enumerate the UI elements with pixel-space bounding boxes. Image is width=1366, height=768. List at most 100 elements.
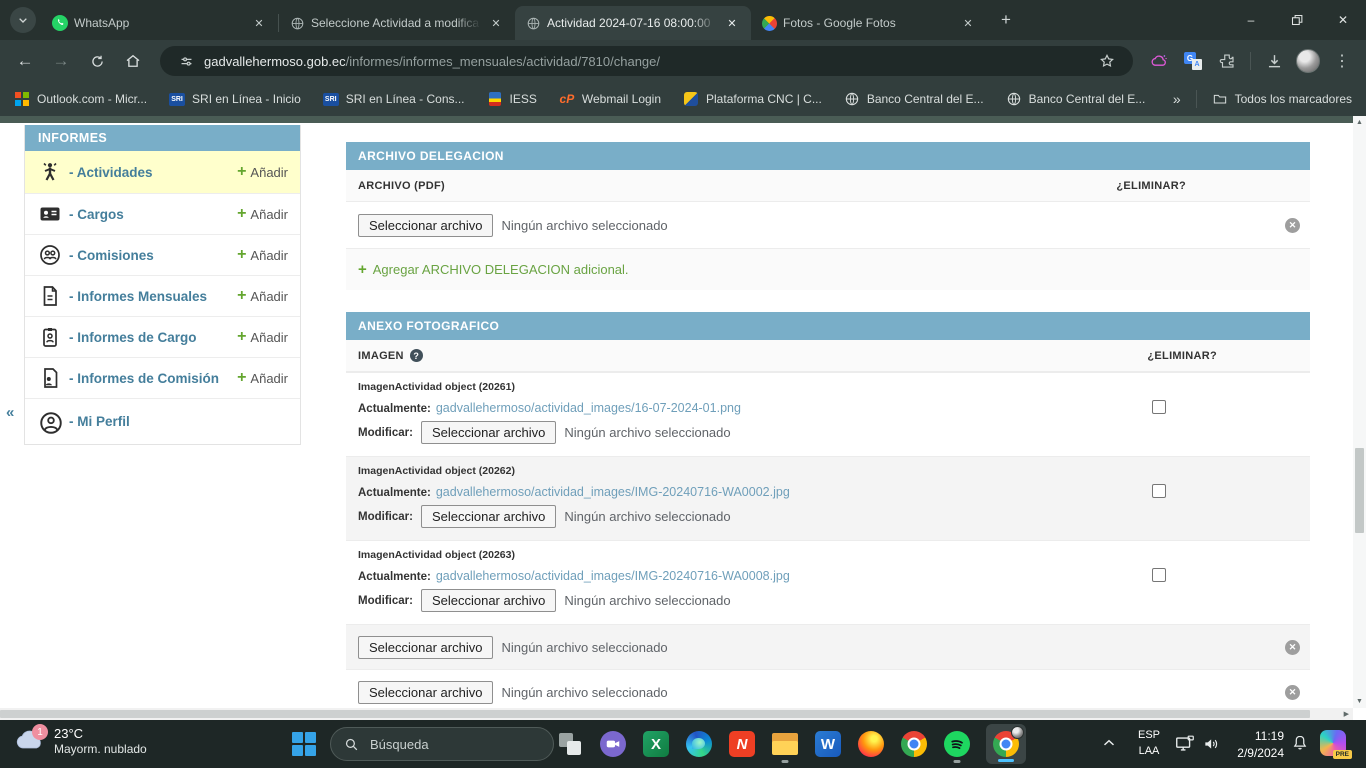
help-icon[interactable]: ? [410, 349, 423, 362]
no-file-text: Ningún archivo seleccionado [564, 425, 730, 440]
bookmarks-overflow-icon[interactable]: » [1173, 91, 1181, 107]
select-file-button[interactable]: Seleccionar archivo [421, 505, 556, 528]
taskbar-search[interactable]: Búsqueda [330, 727, 554, 761]
add-informes-cargo-link[interactable]: +Añadir [237, 329, 288, 345]
close-button[interactable]: ✕ [1320, 0, 1366, 40]
sidebar-item-cargos[interactable]: - Cargos +Añadir [25, 193, 300, 234]
file-explorer-button[interactable] [771, 722, 799, 766]
bookmark-label: Webmail Login [582, 92, 661, 106]
delete-checkbox[interactable] [1152, 400, 1166, 414]
sidebar-item-informes-comision[interactable]: - Informes de Comisión +Añadir [25, 357, 300, 398]
reload-button[interactable] [82, 46, 112, 76]
image-file-link[interactable]: gadvallehermoso/actividad_images/IMG-202… [436, 485, 790, 499]
delete-checkbox[interactable] [1152, 484, 1166, 498]
add-cargos-link[interactable]: +Añadir [237, 206, 288, 222]
downloads-icon[interactable] [1260, 47, 1288, 75]
sidebar-item-actividades[interactable]: - Actividades +Añadir [25, 151, 300, 193]
tab-seleccione-actividad[interactable]: Seleccione Actividad a modifica ✕ [279, 6, 515, 40]
activity-icon [38, 160, 62, 184]
edge-button[interactable] [685, 722, 713, 766]
home-button[interactable] [118, 46, 148, 76]
word-button[interactable]: W [814, 722, 842, 766]
clock[interactable]: 11:19 2/9/2024 [1224, 728, 1284, 762]
translate-icon[interactable]: GA [1179, 47, 1207, 75]
scroll-up-icon[interactable]: ▲ [1353, 116, 1366, 129]
bookmark-sri-inicio[interactable]: SRI SRI en Línea - Inicio [169, 91, 301, 107]
bookmark-outlook[interactable]: Outlook.com - Micr... [14, 91, 147, 107]
firefox-button[interactable] [857, 722, 885, 766]
tab-google-fotos[interactable]: Fotos - Google Fotos ✕ [751, 6, 987, 40]
select-file-button[interactable]: Seleccionar archivo [358, 681, 493, 704]
add-comisiones-link[interactable]: +Añadir [237, 247, 288, 263]
select-file-button[interactable]: Seleccionar archivo [421, 421, 556, 444]
task-view-button[interactable] [556, 722, 584, 766]
add-informes-comision-link[interactable]: +Añadir [237, 370, 288, 386]
add-delegacion-link[interactable]: + Agregar ARCHIVO DELEGACION adicional. [346, 248, 1310, 290]
bookmark-webmail[interactable]: cP Webmail Login [559, 91, 661, 107]
spotify-button[interactable] [943, 722, 971, 766]
vertical-scroll-thumb[interactable] [1355, 448, 1364, 533]
minimize-button[interactable]: – [1228, 0, 1274, 40]
remove-row-icon[interactable]: ✕ [1285, 685, 1300, 700]
language-indicator[interactable]: ESP LAA [1130, 728, 1168, 760]
copilot-button[interactable]: PRE [1320, 730, 1346, 756]
start-button[interactable] [292, 732, 316, 756]
bookmark-banco-central-1[interactable]: Banco Central del E... [844, 91, 984, 107]
remove-row-icon[interactable]: ✕ [1285, 640, 1300, 655]
sidebar-item-informes-cargo[interactable]: - Informes de Cargo +Añadir [25, 316, 300, 357]
site-info-icon[interactable] [172, 47, 200, 75]
bookmark-cnc[interactable]: Plataforma CNC | C... [683, 91, 822, 107]
vertical-scrollbar[interactable]: ▲ ▼ [1353, 116, 1366, 708]
bookmark-star-icon[interactable] [1093, 47, 1121, 75]
volume-icon[interactable] [1202, 734, 1222, 754]
excel-button[interactable]: X [642, 722, 670, 766]
video-call-app-button[interactable] [599, 722, 627, 766]
bookmark-iess[interactable]: IESS [487, 91, 537, 107]
image-file-link[interactable]: gadvallehermoso/actividad_images/IMG-202… [436, 569, 790, 583]
bookmark-sri-consultas[interactable]: SRI SRI en Línea - Cons... [323, 91, 465, 107]
remove-row-icon[interactable]: ✕ [1285, 218, 1300, 233]
network-icon[interactable] [1174, 733, 1196, 755]
chrome-button[interactable] [900, 722, 928, 766]
tab-close-icon[interactable]: ✕ [959, 14, 977, 32]
back-button[interactable]: ← [10, 46, 40, 76]
tab-close-icon[interactable]: ✕ [487, 14, 505, 32]
tab-actividad-active[interactable]: Actividad 2024-07-16 08:00:00 ✕ [515, 6, 751, 40]
bookmark-banco-central-2[interactable]: Banco Central del E... [1006, 91, 1146, 107]
address-bar[interactable]: gadvallehermoso.gob.ec /informes/informe… [160, 46, 1133, 76]
select-file-button[interactable]: Seleccionar archivo [421, 589, 556, 612]
tab-search-button[interactable] [10, 7, 36, 33]
tab-whatsapp[interactable]: WhatsApp ✕ [42, 6, 278, 40]
extensions-puzzle-icon[interactable] [1213, 47, 1241, 75]
tab-close-icon[interactable]: ✕ [250, 14, 268, 32]
add-informes-mensuales-link[interactable]: +Añadir [237, 288, 288, 304]
weather-widget[interactable]: 1 23°C Mayorm. nublado [14, 726, 147, 756]
sidebar-item-mi-perfil[interactable]: - Mi Perfil [25, 398, 300, 444]
menu-kebab-icon[interactable]: ⋮ [1328, 47, 1356, 75]
notifications-bell-icon[interactable] [1290, 733, 1310, 753]
plus-icon: + [237, 329, 246, 345]
tab-close-icon[interactable]: ✕ [723, 14, 741, 32]
scroll-right-icon[interactable]: ▶ [1344, 710, 1349, 718]
horizontal-scrollbar[interactable]: ▶ [0, 708, 1353, 720]
horizontal-scroll-thumb[interactable] [0, 710, 1310, 718]
new-tab-button[interactable]: + [993, 7, 1019, 33]
chrome-active-button[interactable] [986, 724, 1026, 764]
sidebar-item-comisiones[interactable]: - Comisiones +Añadir [25, 234, 300, 275]
forward-button[interactable]: → [46, 46, 76, 76]
sidebar-item-informes-mensuales[interactable]: - Informes Mensuales +Añadir [25, 275, 300, 316]
profile-avatar[interactable] [1294, 47, 1322, 75]
select-file-button[interactable]: Seleccionar archivo [358, 214, 493, 237]
restore-button[interactable] [1274, 0, 1320, 40]
tray-chevron-up-icon[interactable] [1100, 734, 1118, 752]
scroll-down-icon[interactable]: ▼ [1353, 695, 1366, 708]
add-actividades-link[interactable]: +Añadir [237, 164, 288, 180]
delete-checkbox[interactable] [1152, 568, 1166, 582]
sidebar-collapse-button[interactable]: « [6, 404, 14, 421]
select-file-button[interactable]: Seleccionar archivo [358, 636, 493, 659]
pdf-app-button[interactable]: N [728, 722, 756, 766]
all-bookmarks-button[interactable]: Todos los marcadores [1212, 91, 1352, 107]
image-file-link[interactable]: gadvallehermoso/actividad_images/16-07-2… [436, 401, 741, 415]
currently-label: Actualmente: [358, 487, 431, 499]
extension-cloud-icon[interactable] [1145, 47, 1173, 75]
